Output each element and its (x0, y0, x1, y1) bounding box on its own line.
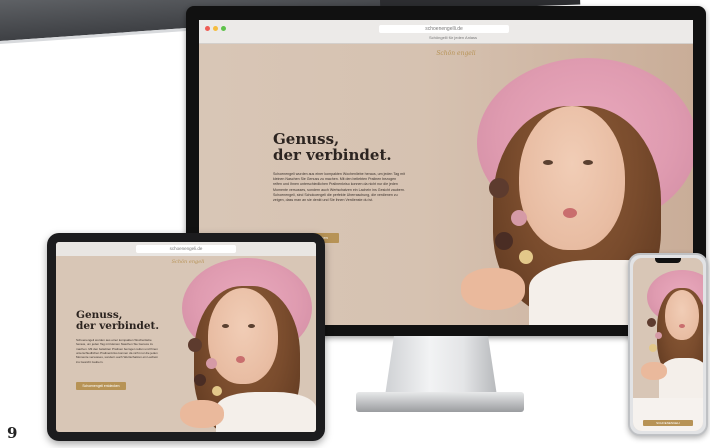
eye-image (543, 160, 553, 165)
face-image (665, 290, 699, 340)
monitor-stand-base (356, 392, 524, 412)
site-logo[interactable]: Schön engeli (431, 50, 481, 57)
tablet-hero-description: Schoenengeli wurden aus einer kompakten … (76, 338, 158, 364)
minimize-window-icon[interactable] (213, 26, 218, 31)
window-controls (205, 26, 226, 31)
tablet-discover-button[interactable]: Schoenengeli entdecken (76, 382, 126, 390)
praline-image (489, 178, 509, 198)
hand-image (180, 400, 224, 428)
lips-image (679, 324, 685, 328)
sweater-image (659, 358, 703, 398)
tablet-site-logo[interactable]: Schön engeli (168, 259, 208, 265)
praline-image (206, 358, 217, 369)
hand-image (461, 268, 525, 310)
praline-image (194, 374, 206, 386)
maximize-window-icon[interactable] (221, 26, 226, 31)
hand-image (641, 362, 667, 380)
sweater-image (216, 392, 316, 432)
address-bar[interactable]: schoenengelli.de (379, 25, 509, 33)
tablet-browser-toolbar: schoenengeli.de (56, 242, 316, 256)
eye-image (222, 324, 229, 328)
phone-content-area: SCHOENENGELI (633, 398, 703, 431)
praline-image (647, 318, 656, 327)
tablet-device: schoenengeli.de Schön engeli Genuss, der… (47, 233, 325, 441)
hero-description: Schoenengeli wurden aus einer kompakten … (273, 172, 405, 203)
tablet-page-title: Genuss, der verbindet. (76, 309, 160, 333)
phone-screen: SCHOENENGELI (633, 258, 703, 431)
title-line-2: der verbindet. (273, 145, 392, 164)
phone-discover-button[interactable]: SCHOENENGELI (643, 420, 693, 426)
page-number: 9 (7, 424, 18, 442)
close-window-icon[interactable] (205, 26, 210, 31)
praline-image (212, 386, 222, 396)
browser-tab[interactable]: Schöngelli für jeden Anlass (429, 35, 477, 40)
page-title: Genuss, der verbindet. (273, 131, 392, 164)
praline-image (519, 250, 533, 264)
lips-image (563, 208, 577, 218)
browser-toolbar: schoenengelli.de Schöngelli für jeden An… (199, 20, 693, 44)
praline-image (495, 232, 513, 250)
eye-image (583, 160, 593, 165)
praline-image (511, 210, 527, 226)
phone-device: SCHOENENGELI (628, 253, 708, 436)
monitor-stand (385, 336, 497, 396)
face-image (519, 106, 625, 250)
eye-image (248, 324, 255, 328)
praline-image (655, 332, 662, 339)
tablet-screen: schoenengeli.de Schön engeli Genuss, der… (56, 242, 316, 432)
title-line-2: der verbindet. (76, 320, 160, 333)
praline-image (649, 344, 657, 352)
phone-notch (655, 258, 681, 263)
lips-image (236, 356, 245, 363)
praline-image (188, 338, 202, 352)
face-image (208, 288, 278, 384)
tablet-address-bar[interactable]: schoenengeli.de (136, 245, 236, 253)
